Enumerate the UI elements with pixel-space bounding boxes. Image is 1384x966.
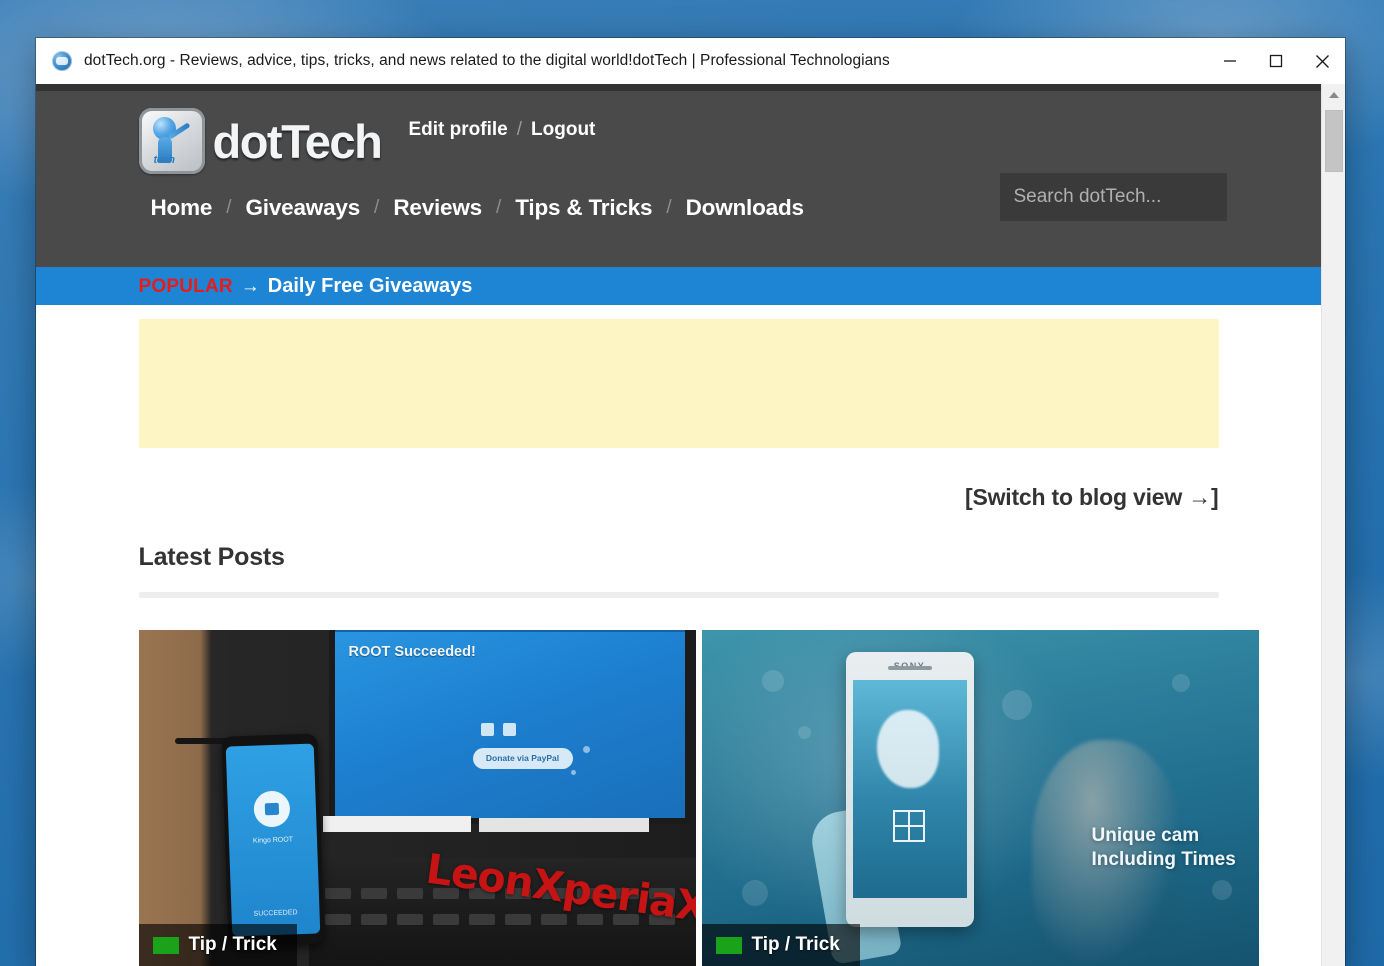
post-thumbnail-image: SONY Unique cam Including Times: [701, 630, 1259, 966]
nav-separator: /: [495, 197, 502, 218]
title-bar: dotTech.org - Reviews, advice, tips, tri…: [36, 38, 1345, 84]
camera-grid-icon: [892, 810, 925, 842]
window-controls: [1207, 38, 1345, 84]
account-links: Edit profile / Logout: [409, 119, 596, 141]
post-category-label[interactable]: Tip / Trick: [138, 924, 297, 966]
advertisement-slot[interactable]: [138, 319, 1219, 448]
blog-view-row: [Switch to blog view →]: [139, 448, 1219, 515]
latest-posts-grid: ROOT Succeeded! Donate via PayPal Kingo …: [138, 630, 1259, 966]
window-title: dotTech.org - Reviews, advice, tips, tri…: [84, 52, 890, 69]
nav-item-giveaways[interactable]: Giveaways: [246, 195, 361, 221]
thumb-overlay-line-1: Unique cam: [1091, 825, 1200, 846]
browser-viewport: tech dotTech Edit profile / Logout Home …: [36, 84, 1345, 966]
vertical-scrollbar[interactable]: [1321, 84, 1345, 966]
post-category-text: Tip / Trick: [188, 934, 277, 955]
nav-separator: /: [666, 197, 672, 218]
post-card[interactable]: SONY Unique cam Including Times: [701, 630, 1259, 966]
category-color-badge-icon: [715, 936, 742, 954]
browser-window: dotTech.org - Reviews, advice, tips, tri…: [36, 38, 1345, 966]
section-divider: [138, 592, 1219, 598]
search-input[interactable]: [999, 173, 1227, 221]
dottech-logo-icon: tech: [138, 108, 205, 174]
account-separator: /: [516, 119, 523, 140]
post-thumbnail-image: ROOT Succeeded! Donate via PayPal Kingo …: [138, 630, 696, 966]
thumb-screen-button: Donate via PayPal: [485, 753, 560, 763]
nav-separator: /: [374, 197, 380, 218]
thumb-overlay-text: Unique cam Including Times: [1092, 824, 1236, 873]
main-content: [Switch to blog view →] Latest Posts ROO…: [138, 305, 1259, 966]
logout-link[interactable]: Logout: [531, 119, 595, 141]
edit-profile-link[interactable]: Edit profile: [409, 119, 508, 141]
post-card[interactable]: ROOT Succeeded! Donate via PayPal Kingo …: [138, 630, 696, 966]
scrollbar-thumb[interactable]: [1325, 110, 1343, 172]
popular-bar: POPULAR → Daily Free Giveaways: [36, 267, 1321, 305]
post-category-text: Tip / Trick: [751, 934, 840, 955]
nav-item-downloads[interactable]: Downloads: [686, 195, 804, 221]
category-color-badge-icon: [152, 936, 179, 954]
nav-item-home[interactable]: Home: [151, 195, 213, 221]
thumb-phone-caption: Kingo ROOT: [252, 836, 293, 845]
thumb-phone-caption-2: SUCCEEDED: [252, 909, 298, 918]
page-content: tech dotTech Edit profile / Logout Home …: [36, 84, 1321, 966]
minimize-button[interactable]: [1207, 38, 1253, 84]
latest-posts-heading: Latest Posts: [138, 543, 285, 571]
arrow-right-icon: →: [240, 275, 260, 297]
site-favicon-icon: [52, 51, 72, 71]
main-navigation: Home / Giveaways / Reviews / Tips & Tric…: [151, 195, 805, 221]
site-header: tech dotTech Edit profile / Logout Home …: [36, 91, 1321, 267]
logo-mark-text: tech: [153, 154, 175, 166]
popular-link-daily-free-giveaways[interactable]: Daily Free Giveaways: [268, 275, 473, 298]
maximize-button[interactable]: [1253, 38, 1299, 84]
nav-separator: /: [226, 197, 232, 218]
scroll-up-arrow-icon[interactable]: [1322, 84, 1345, 106]
close-button[interactable]: [1299, 38, 1345, 84]
popular-label: POPULAR: [138, 275, 233, 297]
logo-wordmark: dotTech: [212, 114, 383, 168]
desktop-wallpaper: dotTech.org - Reviews, advice, tips, tri…: [0, 0, 1384, 966]
switch-to-blog-view-link[interactable]: [Switch to blog view →]: [965, 484, 1219, 510]
site-logo[interactable]: tech dotTech: [138, 108, 383, 174]
header-top-strip: [36, 84, 1321, 91]
thumb-screen-heading: ROOT Succeeded!: [348, 644, 476, 660]
thumb-overlay-line-2: Including Times: [1091, 849, 1236, 871]
nav-item-tips-tricks[interactable]: Tips & Tricks: [515, 195, 652, 221]
nav-item-reviews[interactable]: Reviews: [393, 195, 482, 221]
post-category-label[interactable]: Tip / Trick: [701, 924, 860, 966]
